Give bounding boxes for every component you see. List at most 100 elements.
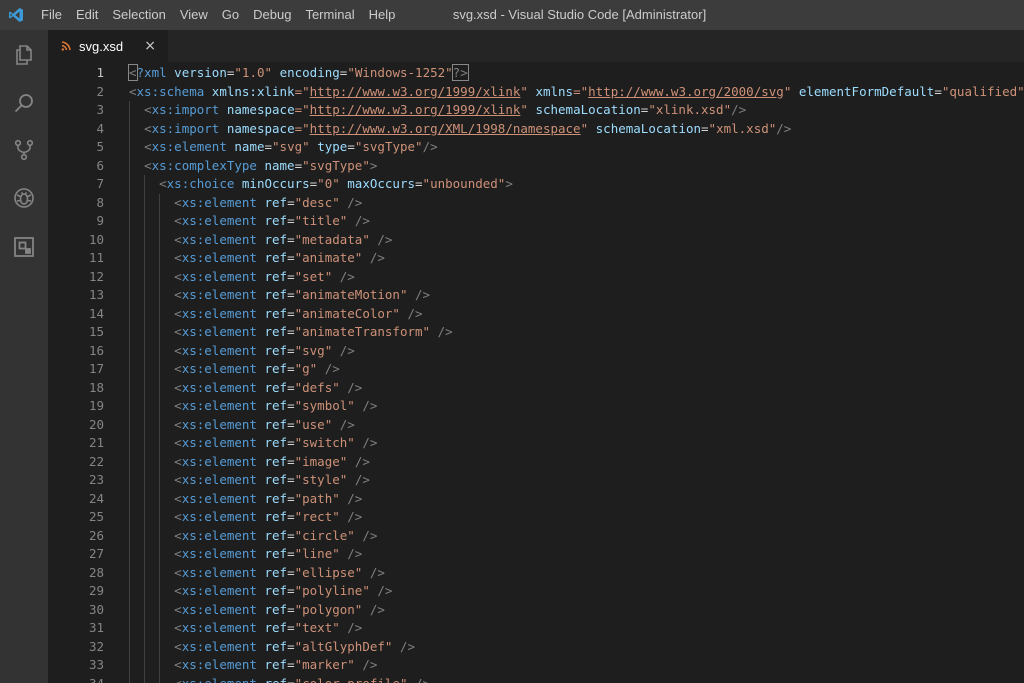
code-text: <xs:element ref="g" /> — [129, 360, 340, 379]
line-number: 1 — [96, 65, 104, 80]
code-token: xs:element — [181, 675, 257, 683]
code-line: 6 <xs:complexType name="svgType"> — [48, 156, 1024, 175]
extensions-icon[interactable] — [12, 235, 36, 259]
code-token: "image" — [294, 453, 348, 469]
menu-debug[interactable]: Debug — [246, 0, 298, 30]
code-token: < — [174, 453, 182, 469]
close-icon[interactable]: × — [144, 38, 156, 54]
menu-go[interactable]: Go — [215, 0, 246, 30]
line-number: 24 — [88, 490, 104, 506]
code-token: /> — [324, 361, 340, 376]
debug-icon[interactable] — [12, 186, 36, 210]
menu-terminal[interactable]: Terminal — [298, 0, 361, 30]
code-token: "svgType" — [354, 139, 423, 154]
menu-file[interactable]: File — [34, 0, 69, 30]
code-token: /> — [339, 416, 355, 432]
code-token: "text" — [294, 620, 340, 635]
explorer-icon[interactable] — [12, 43, 36, 67]
code-token: = — [287, 601, 295, 617]
code-text: <xs:element ref="symbol" /> — [129, 397, 377, 416]
code-line: 24 <xs:element ref="path" /> — [48, 489, 1024, 508]
code-line: 19 <xs:element ref="symbol" /> — [48, 397, 1024, 416]
code-token: = — [287, 231, 295, 247]
code-token: "Windows-1252" — [347, 65, 453, 80]
code-line: 17 <xs:element ref="g" /> — [48, 360, 1024, 379]
code-token: = — [287, 194, 295, 210]
code-token: ref — [264, 509, 288, 524]
menu-help[interactable]: Help — [362, 0, 403, 30]
code-token: ref — [264, 546, 288, 561]
code-token: = — [287, 490, 295, 506]
code-token: "marker" — [294, 657, 355, 672]
code-token: " — [520, 102, 528, 117]
code-text: <xs:choice minOccurs="0" maxOccurs="unbo… — [129, 175, 513, 194]
code-text: <xs:element ref="title" /> — [129, 212, 370, 231]
code-text: <xs:element ref="svg" /> — [129, 342, 355, 361]
code-token[interactable]: http://www.w3.org/2000/svg — [588, 84, 784, 99]
editor-area: svg.xsd × 1 <?xml version="1.0" encoding=… — [48, 30, 1024, 683]
code-token: < — [174, 490, 182, 506]
code-line: 5 <xs:element name="svg" type="svgType"/… — [48, 138, 1024, 157]
code-token[interactable]: http://www.w3.org/XML/1998/namespace — [310, 121, 581, 136]
code-token: xs:element — [181, 657, 257, 672]
code-token: = — [287, 435, 295, 450]
code-token[interactable]: http://www.w3.org/1999/xlink — [310, 102, 521, 117]
line-number: 4 — [96, 120, 104, 136]
menu-view[interactable]: View — [173, 0, 215, 30]
code-token: < — [144, 139, 152, 154]
tab-svg-xsd[interactable]: svg.xsd × — [48, 30, 168, 62]
code-token: < — [174, 287, 182, 302]
code-token: "xlink.xsd" — [648, 102, 732, 117]
code-token: =" — [294, 102, 310, 117]
code-token: name — [264, 157, 295, 173]
code-token: xs:import — [151, 120, 220, 136]
code-token: = — [287, 453, 295, 469]
code-token: /> — [354, 213, 370, 228]
code-token: name — [234, 139, 265, 154]
code-token: = — [287, 638, 295, 654]
code-token: ref — [264, 287, 288, 302]
menu-edit[interactable]: Edit — [69, 0, 105, 30]
code-text: <xs:element ref="polygon" /> — [129, 601, 385, 620]
line-number: 21 — [88, 435, 104, 450]
line-number: 17 — [88, 361, 104, 376]
line-number: 2 — [96, 83, 104, 99]
code-token[interactable]: http://www.w3.org/1999/xlink — [310, 84, 521, 99]
menu-selection[interactable]: Selection — [105, 0, 172, 30]
code-token: xs:choice — [166, 176, 235, 191]
code-token: xs:element — [181, 416, 257, 432]
code-text: <xs:element ref="altGlyphDef" /> — [129, 638, 415, 657]
code-line: 29 <xs:element ref="polyline" /> — [48, 582, 1024, 601]
code-token: < — [174, 564, 182, 580]
code-token: = — [287, 213, 295, 228]
code-token: ref — [264, 675, 288, 683]
code-token: "desc" — [294, 194, 340, 210]
code-token: ref — [264, 601, 288, 617]
code-editor[interactable]: 1 <?xml version="1.0" encoding="Windows-1… — [48, 64, 1024, 683]
code-token: =" — [294, 120, 310, 136]
code-token: < — [174, 213, 182, 228]
line-number: 27 — [88, 546, 104, 561]
code-token: < — [128, 64, 138, 81]
code-token: < — [174, 416, 182, 432]
source-control-icon[interactable] — [12, 138, 36, 162]
code-text: <xs:element ref="set" /> — [129, 268, 355, 287]
code-token: /> — [377, 583, 393, 598]
code-line: 33 <xs:element ref="marker" /> — [48, 656, 1024, 675]
code-token: maxOccurs — [347, 176, 416, 191]
search-icon[interactable] — [12, 91, 36, 115]
code-token: /> — [354, 472, 370, 487]
code-token: ref — [264, 435, 288, 450]
title-bar: File Edit Selection View Go Debug Termin… — [0, 0, 1024, 30]
code-text: <xs:element ref="color-profile" /> — [129, 675, 430, 683]
